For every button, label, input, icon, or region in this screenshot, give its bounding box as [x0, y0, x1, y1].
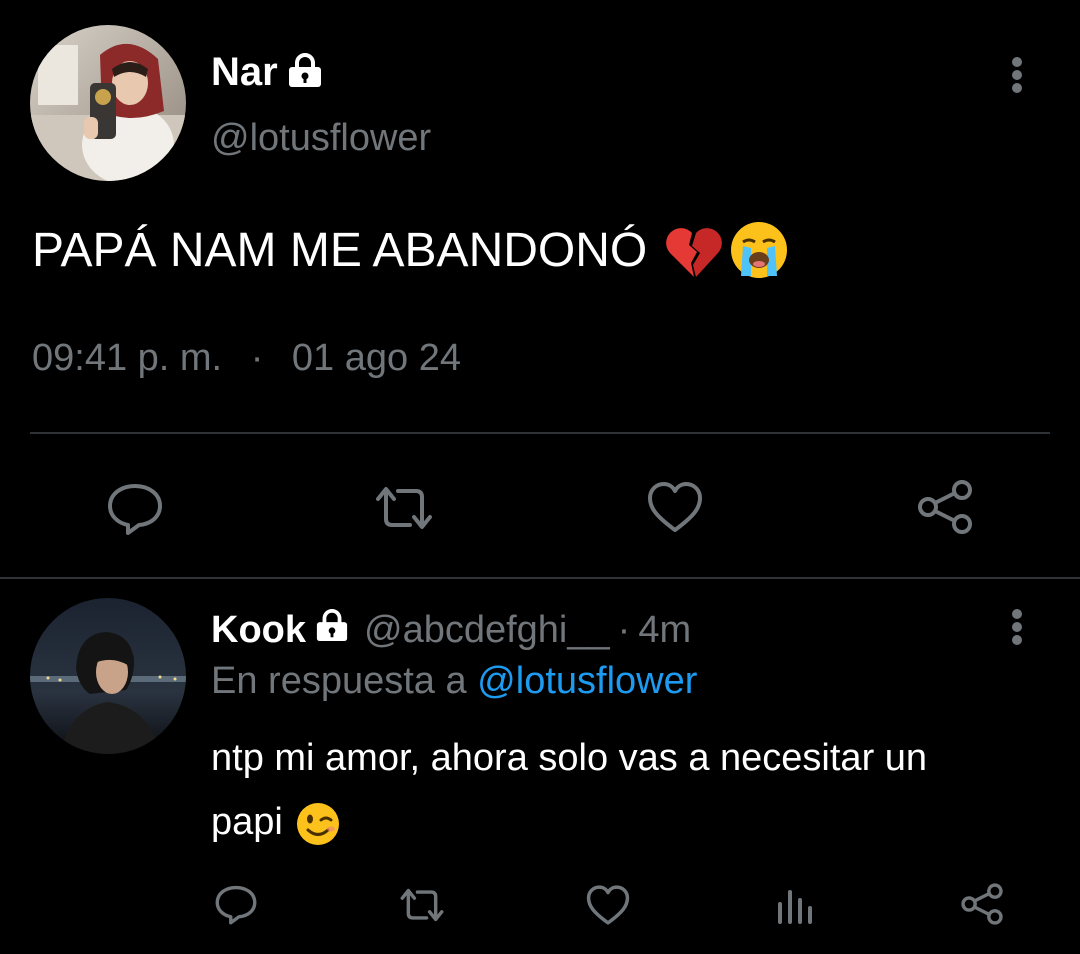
reply-prefix: En respuesta a [211, 660, 467, 702]
retweet-icon[interactable] [370, 483, 438, 533]
share-icon[interactable] [960, 882, 1004, 926]
tweet-date[interactable]: 01 ago 24 [292, 337, 461, 379]
broken-heart-icon [665, 222, 723, 279]
like-icon[interactable] [646, 480, 704, 534]
lock-icon [286, 52, 324, 93]
author-name[interactable]: Nar [211, 50, 278, 95]
reply-text-block: ntp mi amor, ahora solo vas a necesitar … [211, 726, 927, 854]
reply-header-row: Kook @abcdefghi__ · 4m [211, 608, 691, 652]
tweet-text: PAPÁ NAM ME ABANDONÓ [32, 223, 648, 277]
reply-author-avatar[interactable] [30, 598, 186, 754]
author-avatar[interactable] [30, 25, 186, 181]
reply-age[interactable]: 4m [638, 609, 691, 652]
share-icon[interactable] [916, 478, 974, 536]
reply-text-line: papi [211, 801, 283, 843]
reply-context: En respuesta a @lotusflower [211, 660, 697, 703]
retweet-icon[interactable] [396, 886, 448, 924]
tweet-timestamp-row: 09:41 p. m. · 01 ago 24 [32, 337, 461, 380]
reply-mention-link[interactable]: @lotusflower [477, 660, 697, 702]
views-icon[interactable] [776, 886, 816, 924]
author-handle[interactable]: @lotusflower [211, 117, 431, 160]
winking-face-icon [295, 790, 341, 854]
divider [30, 432, 1050, 434]
lock-icon [314, 608, 350, 652]
more-options-icon[interactable] [1006, 55, 1028, 100]
reply-icon[interactable] [214, 883, 258, 925]
tweet-time[interactable]: 09:41 p. m. [32, 337, 222, 379]
like-icon[interactable] [585, 884, 631, 926]
reply-author-handle[interactable]: @abcdefghi__ [364, 609, 610, 652]
divider [0, 577, 1080, 579]
author-name-row: Nar [211, 50, 324, 95]
reply-icon[interactable] [106, 480, 164, 536]
more-options-icon[interactable] [1006, 607, 1028, 652]
reply-author-name[interactable]: Kook [211, 609, 306, 652]
loudly-crying-face-icon [729, 220, 789, 280]
reply-text-line: ntp mi amor, ahora solo vas a necesitar … [211, 737, 928, 779]
tweet-text-row: PAPÁ NAM ME ABANDONÓ [32, 220, 789, 280]
meta-separator: · [250, 337, 264, 379]
meta-separator: · [617, 608, 631, 651]
